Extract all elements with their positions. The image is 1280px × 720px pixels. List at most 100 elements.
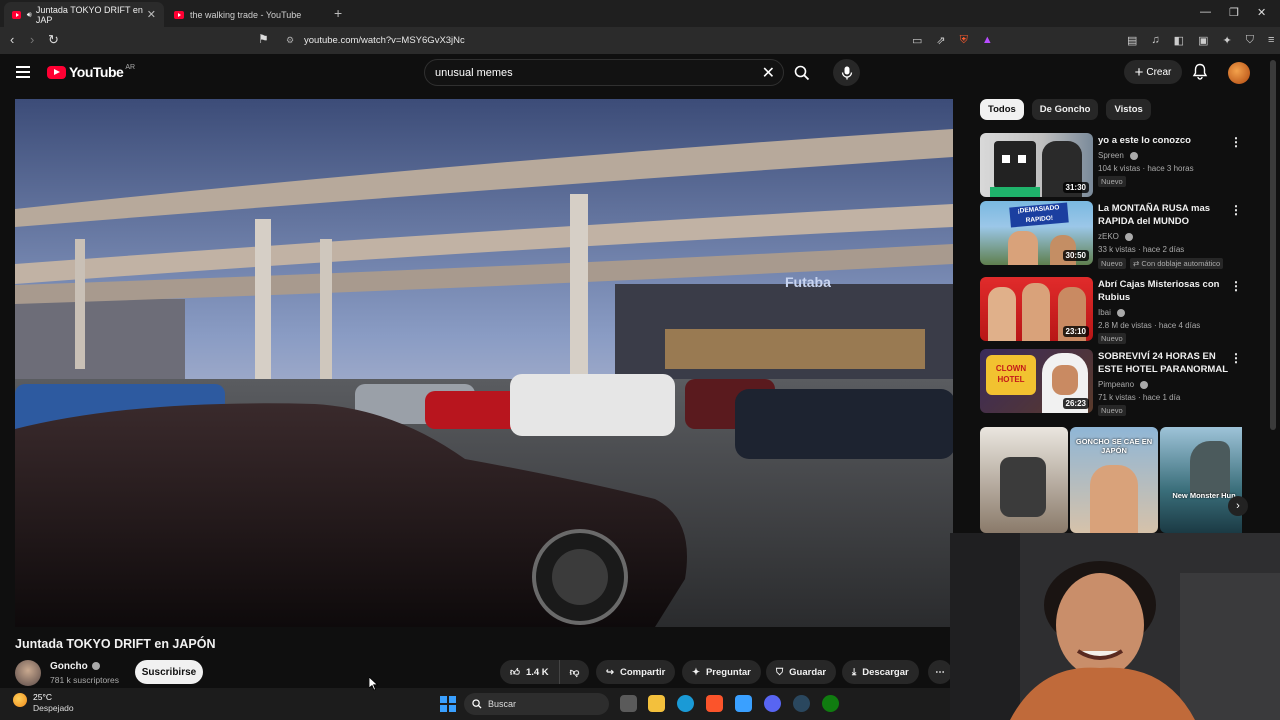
back-icon[interactable]: ‹ xyxy=(10,32,14,47)
channel-name[interactable]: Goncho xyxy=(50,661,100,672)
search-input[interactable]: unusual memes ✕ xyxy=(424,59,784,86)
dislike-button[interactable]: 👎︎ xyxy=(559,660,590,684)
clear-search-icon[interactable]: ✕ xyxy=(762,63,775,83)
short-thumbnail[interactable]: GONCHO SE CAE EN JAPÓN xyxy=(1070,427,1158,533)
new-tab-icon[interactable]: + xyxy=(334,5,342,21)
sidebar-icon[interactable]: ◧ xyxy=(1174,34,1184,47)
building-sign: Futaba xyxy=(785,274,831,290)
photos-icon[interactable] xyxy=(735,695,752,712)
share-page-icon[interactable]: ⇗ xyxy=(936,34,945,47)
bookmark-icon[interactable]: ⚑ xyxy=(258,32,269,46)
video-frame: Futaba xyxy=(15,99,953,627)
browser-tab-bar: 🔊︎ Juntada TOKYO DRIFT en JAP ✕ the walk… xyxy=(0,0,1280,27)
hamburger-menu-icon[interactable] xyxy=(16,66,30,78)
vpn-icon[interactable]: ⛉ xyxy=(1246,34,1254,47)
new-badge: Nuevo xyxy=(1098,405,1126,416)
sun-weather-icon[interactable] xyxy=(13,693,27,707)
task-view-icon[interactable] xyxy=(620,695,637,712)
voice-search-button[interactable] xyxy=(833,59,860,86)
recommendation-item[interactable]: 23:10 Abrí Cajas Misteriosas con Rubius … xyxy=(980,277,1250,344)
create-button[interactable]: + Crear xyxy=(1124,60,1182,84)
more-vertical-icon[interactable]: ⋮ xyxy=(1230,135,1242,149)
share-button[interactable]: ↪ Compartir xyxy=(596,660,676,684)
windows-start-icon[interactable] xyxy=(440,696,456,712)
verified-icon xyxy=(1130,151,1139,160)
file-explorer-icon[interactable] xyxy=(648,695,665,712)
restore-icon[interactable]: ❐ xyxy=(1229,6,1239,19)
minimize-icon[interactable]: — xyxy=(1200,6,1211,18)
thumb-eye xyxy=(1002,155,1010,163)
youtube-logo[interactable]: YouTube AR xyxy=(47,64,135,80)
chevron-right-icon[interactable]: › xyxy=(1228,496,1248,516)
cast-icon[interactable]: ▭ xyxy=(912,34,922,47)
taskbar-search[interactable]: Buscar xyxy=(464,693,609,715)
thumb-person xyxy=(1022,283,1050,341)
edge-icon[interactable] xyxy=(677,695,694,712)
site-info-icon[interactable]: ⚙ xyxy=(286,35,294,46)
short-thumbnail[interactable] xyxy=(980,427,1068,533)
channel-name: Pimpeano xyxy=(1098,378,1149,391)
close-tab-icon[interactable]: ✕ xyxy=(147,8,156,21)
thumb-block xyxy=(990,187,1040,197)
more-vertical-icon[interactable]: ⋮ xyxy=(1230,351,1242,365)
browser-tab[interactable]: the walking trade - YouTube xyxy=(166,2,326,27)
thumbs-down-icon: 👎︎ xyxy=(569,667,580,678)
channel-name-text: Goncho xyxy=(50,661,88,672)
ask-button[interactable]: ✦ Preguntar xyxy=(682,660,761,684)
discord-icon[interactable] xyxy=(764,695,781,712)
leo-ai-icon[interactable]: ✦ xyxy=(1222,34,1231,47)
video-thumbnail[interactable]: CLOWN HOTEL 26:23 xyxy=(980,349,1093,413)
toolbar-extensions: ▤ ♫ ◧ ▣ ✦ ⛉ ≡ xyxy=(1127,34,1274,47)
rewards-icon[interactable]: ▲ xyxy=(982,34,993,47)
more-vertical-icon[interactable]: ⋮ xyxy=(1230,203,1242,217)
more-actions-button[interactable]: ⋯ xyxy=(928,660,952,684)
recommendation-item[interactable]: 31:30 yo a este lo conozco Spreen 104 k … xyxy=(980,133,1250,199)
forward-icon[interactable]: › xyxy=(30,32,34,47)
music-icon[interactable]: ♫ xyxy=(1151,34,1159,47)
more-vertical-icon[interactable]: ⋮ xyxy=(1230,279,1242,293)
verified-icon xyxy=(91,662,100,671)
chip-all[interactable]: Todos xyxy=(980,99,1024,120)
share-group: ↪ Compartir xyxy=(596,660,676,684)
filter-chips: Todos De Goncho Vistos xyxy=(980,99,1151,120)
video-thumbnail[interactable]: 31:30 xyxy=(980,133,1093,197)
wallet-icon[interactable]: ▣ xyxy=(1198,34,1208,47)
download-button[interactable]: ⤓ Descargar xyxy=(842,660,919,684)
video-thumbnail[interactable]: 23:10 xyxy=(980,277,1093,341)
user-avatar[interactable] xyxy=(1228,62,1250,84)
short-thumbnail[interactable]: New Monster Hun xyxy=(1160,427,1242,533)
close-window-icon[interactable]: ✕ xyxy=(1257,6,1266,19)
channel-avatar[interactable] xyxy=(15,660,41,686)
save-button[interactable]: ⛉ Guardar xyxy=(766,660,837,684)
search-button[interactable] xyxy=(786,59,818,86)
brave-shield-icon[interactable]: ⛨ xyxy=(960,34,968,47)
notifications-bell-icon[interactable] xyxy=(1192,63,1208,85)
steam-icon[interactable] xyxy=(793,695,810,712)
browser-menu-icon[interactable]: ≡ xyxy=(1268,34,1274,47)
reload-icon[interactable]: ↻ xyxy=(48,32,59,48)
video-stats: 71 k vistas · hace 1 día xyxy=(1098,393,1181,402)
video-duration: 23:10 xyxy=(1062,326,1089,337)
taskbar-search-placeholder: Buscar xyxy=(488,699,517,709)
video-player[interactable]: Futaba xyxy=(15,99,953,627)
video-title: Juntada TOKYO DRIFT en JAPÓN xyxy=(15,637,216,651)
video-title: SOBREVIVÍ 24 HORAS EN ESTE HOTEL PARANOR… xyxy=(1098,351,1229,375)
xbox-icon[interactable] xyxy=(822,695,839,712)
tab-title: Juntada TOKYO DRIFT en JAP xyxy=(35,4,143,25)
recommendation-item[interactable]: CLOWN HOTEL 26:23 SOBREVIVÍ 24 HORAS EN … xyxy=(980,349,1250,416)
video-thumbnail[interactable]: ¡DEMASIADO RAPIDO! 30:50 xyxy=(980,201,1093,265)
reader-icon[interactable]: ▤ xyxy=(1127,34,1137,47)
subscribe-button[interactable]: Suscribirse xyxy=(135,660,203,684)
download-icon: ⤓ xyxy=(852,666,857,678)
url-field[interactable]: ⚙ youtube.com/watch?v=MSY6GvX3jNc xyxy=(280,30,998,51)
like-button[interactable]: 👍︎ 1.4 K xyxy=(500,660,560,684)
chip-from-channel[interactable]: De Goncho xyxy=(1031,99,1099,120)
page-scrollbar[interactable] xyxy=(1270,60,1276,430)
subscriber-count: 781 k suscriptores xyxy=(50,675,119,685)
youtube-favicon-icon xyxy=(12,10,21,19)
browser-tab-active[interactable]: 🔊︎ Juntada TOKYO DRIFT en JAP ✕ xyxy=(4,2,164,27)
auto-dub-badge: ⇄ Con doblaje automático xyxy=(1130,258,1224,269)
recommendation-item[interactable]: ¡DEMASIADO RAPIDO! 30:50 La MONTAÑA RUSA… xyxy=(980,201,1250,269)
chip-watched[interactable]: Vistos xyxy=(1106,99,1151,120)
brave-icon[interactable] xyxy=(706,695,723,712)
